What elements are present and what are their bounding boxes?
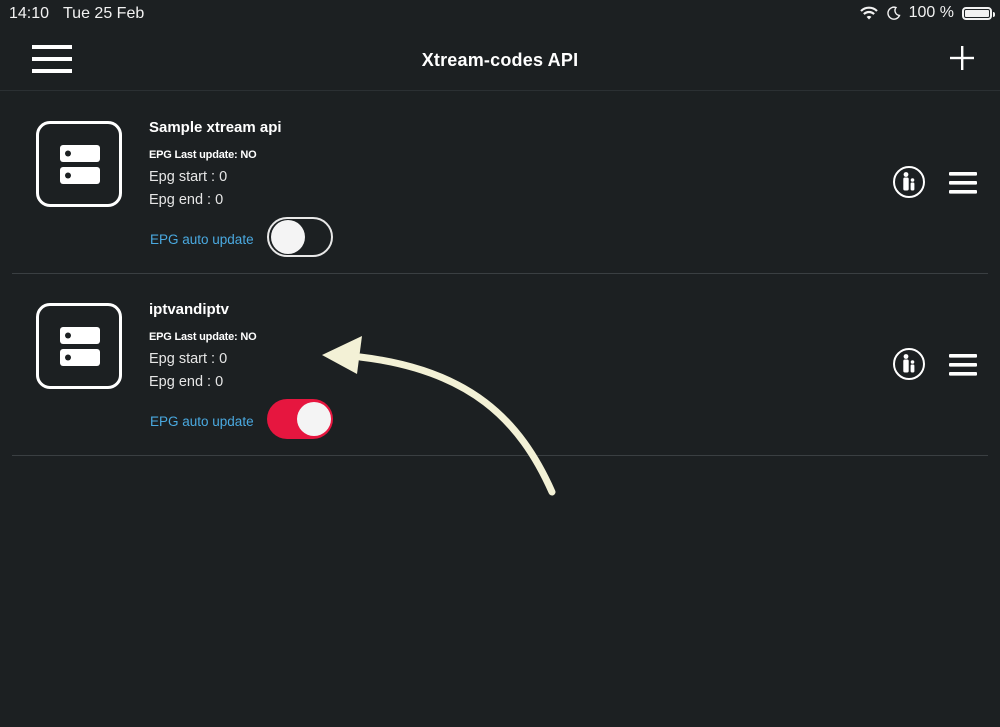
server-icon-frame bbox=[36, 303, 122, 389]
epg-end: Epg end : 0 bbox=[149, 374, 224, 390]
battery-percent: 100 % bbox=[908, 4, 954, 21]
status-date: Tue 25 Feb bbox=[63, 5, 145, 22]
plus-icon bbox=[950, 46, 974, 70]
parental-control-icon bbox=[893, 348, 925, 380]
toggle-knob bbox=[271, 220, 305, 254]
playlist-title: Sample xtream api bbox=[149, 119, 282, 136]
status-time: 14:10 bbox=[9, 5, 50, 22]
epg-auto-update-toggle[interactable] bbox=[267, 399, 333, 439]
server-icon bbox=[60, 145, 100, 184]
battery-icon bbox=[962, 6, 995, 20]
playlist-row[interactable]: Sample xtream api EPG Last update: NO Ep… bbox=[12, 91, 988, 274]
moon-icon bbox=[886, 6, 901, 20]
status-right-group: 100 % bbox=[859, 4, 995, 22]
epg-last-update: EPG Last update: NO bbox=[149, 149, 257, 161]
navigation-bar: Xtream-codes API bbox=[0, 28, 1000, 91]
parental-control-button[interactable] bbox=[892, 347, 926, 381]
battery-fill bbox=[965, 9, 989, 17]
row-options-button[interactable] bbox=[948, 353, 978, 377]
parental-control-icon bbox=[893, 166, 925, 198]
epg-auto-update-label: EPG auto update bbox=[150, 414, 254, 429]
parental-control-button[interactable] bbox=[892, 165, 926, 199]
playlist-row[interactable]: iptvandiptv EPG Last update: NO Epg star… bbox=[12, 273, 988, 456]
status-bar: 14:10 Tue 25 Feb 100 % bbox=[0, 0, 1000, 28]
app-screen: 14:10 Tue 25 Feb 100 % Xtream-codes API … bbox=[0, 0, 1000, 727]
hamburger-menu-icon bbox=[949, 172, 977, 194]
server-icon bbox=[60, 327, 100, 366]
add-playlist-button[interactable] bbox=[948, 44, 976, 72]
toggle-knob bbox=[297, 402, 331, 436]
playlist-title: iptvandiptv bbox=[149, 301, 230, 318]
epg-last-update: EPG Last update: NO bbox=[149, 331, 257, 343]
hamburger-menu-icon bbox=[949, 354, 977, 376]
server-icon-frame bbox=[36, 121, 122, 207]
epg-start: Epg start : 0 bbox=[149, 169, 228, 185]
epg-end: Epg end : 0 bbox=[149, 192, 224, 208]
epg-auto-update-label: EPG auto update bbox=[150, 232, 254, 247]
page-title: Xtream-codes API bbox=[421, 50, 579, 70]
epg-start: Epg start : 0 bbox=[149, 351, 228, 367]
wifi-icon bbox=[859, 6, 878, 20]
row-options-button[interactable] bbox=[948, 171, 978, 195]
epg-auto-update-toggle[interactable] bbox=[267, 217, 333, 257]
